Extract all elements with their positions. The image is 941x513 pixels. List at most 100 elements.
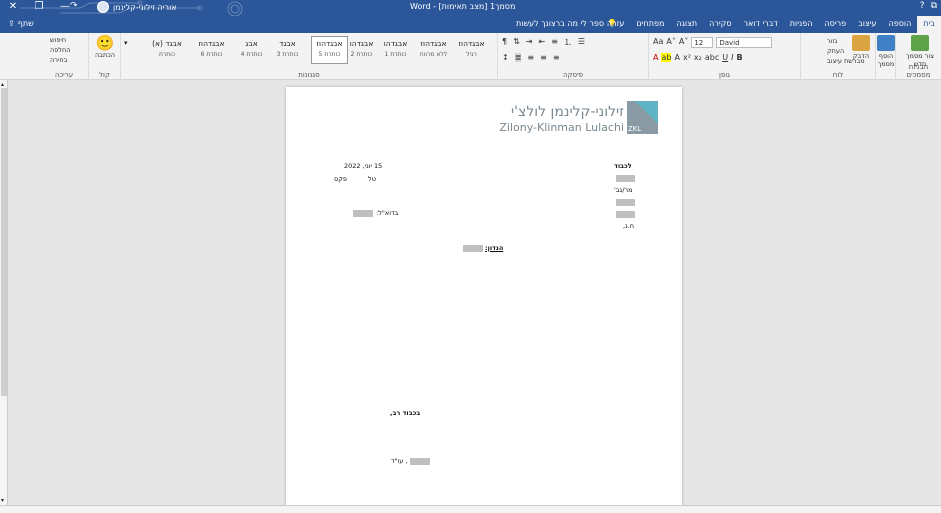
tab-layout[interactable]: פריסה [818, 16, 852, 33]
font-size-field[interactable]: 12 [691, 37, 714, 48]
highlight-button[interactable]: ab [661, 53, 672, 62]
ribbon-display-icon[interactable]: ⧉ [931, 1, 937, 11]
scroll-thumb[interactable] [1, 88, 7, 396]
bullet-list-button[interactable]: ☰ [578, 37, 585, 48]
indent-increase-button[interactable]: ⇥ [526, 37, 533, 48]
share-button[interactable]: ⇪ שתף [8, 19, 34, 28]
avatar[interactable] [97, 1, 109, 13]
subscript-button[interactable]: x₂ [694, 53, 702, 62]
document-page[interactable]: זילוני-קלינמן לולצ'י Zilony-Klinman Lula… [286, 87, 682, 513]
scroll-down-icon[interactable]: ▾ [1, 497, 4, 504]
select-button[interactable]: בחירה [50, 56, 71, 64]
clipboard-group: הדבק גזור העתק מברשת עיצוב לוח [800, 33, 875, 80]
tab-developer[interactable]: מפתחים [630, 16, 670, 33]
add-doc-icon [877, 35, 895, 51]
style-preview: אבגדהוז [420, 39, 447, 48]
tab-design[interactable]: עיצוב [852, 16, 882, 33]
style-title[interactable]: (א) אבגד כותרת [143, 36, 191, 64]
style-name: ללא מרווח [419, 51, 448, 58]
style-heading-2[interactable]: אבגדהו כותרת 2 [343, 36, 380, 64]
help-icon[interactable]: ? [920, 1, 925, 11]
style-heading-3[interactable]: אבגד כותרת 3 [269, 36, 306, 64]
tab-review[interactable]: סקירה [703, 16, 737, 33]
shrink-font-button[interactable]: A˅ [679, 37, 688, 48]
style-heading-6[interactable]: אבגדהוז כותרת 6 [193, 36, 230, 64]
redacted-address [616, 199, 635, 206]
editing-group: חיפוש החלפה בחירה עריכה [40, 33, 88, 80]
style-no-spacing[interactable]: אבגדהוז ללא מרווח [415, 36, 452, 64]
clipboard-group-label: לוח [832, 71, 844, 79]
restore-icon[interactable]: ❐ [30, 1, 48, 12]
style-heading-4[interactable]: אבג כותרת 4 [233, 36, 270, 64]
title-bar: ✕ ❐ — ↷ אוריה זילוני-קלינמן מסמך1 [מצב ת… [0, 0, 941, 16]
style-heading-1[interactable]: אבגדהו כותרת 1 [377, 36, 414, 64]
font-name-field[interactable]: David [716, 37, 773, 48]
font-row-1: Aa A˄ A˅ 12 David [653, 37, 773, 48]
font-case-button[interactable]: Aa [653, 37, 663, 48]
font-group-label: גופן [718, 71, 731, 79]
multilevel-list-button[interactable]: ≡ [551, 37, 558, 48]
logo-zkl-text: ZKL [628, 125, 642, 133]
cut-button[interactable]: גזור [827, 37, 865, 45]
style-name: כותרת [158, 51, 176, 58]
add-document-button[interactable]: הוסף מסמך [872, 35, 900, 68]
style-preview: אבגדהו [383, 39, 408, 48]
styles-more-icon[interactable]: ▾ [124, 39, 128, 47]
sort-button[interactable]: ⇅ [513, 37, 520, 48]
tab-home[interactable]: בית [917, 16, 941, 33]
underline-button[interactable]: U [722, 53, 728, 62]
clipboard-small-buttons: גזור העתק מברשת עיצוב [827, 37, 865, 65]
tab-mailings[interactable]: דברי דואר [738, 16, 784, 33]
smiley-icon: 🙂 [95, 34, 115, 52]
fax-label: פקס [334, 175, 347, 183]
user-account[interactable]: אוריה זילוני-קלינמן [97, 1, 177, 13]
copy-button[interactable]: העתק [827, 47, 865, 55]
find-button[interactable]: חיפוש [50, 36, 71, 44]
tab-help[interactable]: עזרה [601, 16, 631, 33]
align-center-button[interactable]: ≡ [540, 53, 547, 62]
recipient-label: לכבוד [614, 162, 632, 170]
tab-references[interactable]: הפניות [784, 16, 819, 33]
dictate-button[interactable]: 🙂 הכתבה [91, 35, 119, 59]
phone-label: טל [368, 175, 376, 183]
titlebar-right-icons: ? ⧉ [920, 1, 937, 11]
show-marks-button[interactable]: ¶ [502, 37, 507, 48]
ribbon: צור מסמך חדש תבניות מסמכים הוסף מסמך הדב… [0, 33, 941, 80]
align-left-button[interactable]: ≡ [527, 53, 534, 62]
redacted-city [616, 211, 635, 218]
italic-button[interactable]: I [731, 53, 733, 62]
redo-icon[interactable]: ↷ [70, 1, 78, 11]
via-email-label: בדוא"ל: [376, 209, 399, 217]
ribbon-tabs: בית הוספה עיצוב פריסה הפניות דברי דואר ס… [601, 16, 941, 33]
indent-decrease-button[interactable]: ⇤ [539, 37, 546, 48]
style-preview: אבגדהוז [316, 39, 343, 48]
style-preview: (א) אבגד [152, 39, 182, 48]
style-name: כותרת 1 [384, 51, 407, 58]
strikethrough-button[interactable]: abc [705, 53, 719, 62]
bold-button[interactable]: B [736, 53, 742, 62]
redacted-subject [463, 245, 483, 252]
font-color-button[interactable]: A [653, 53, 658, 62]
superscript-button[interactable]: x² [683, 53, 691, 62]
clear-format-button[interactable]: A [674, 53, 679, 62]
document-title: מסמך1 [מצב תאימות] - Word [410, 2, 516, 11]
tab-insert[interactable]: הוספה [883, 16, 918, 33]
style-preview: אבגדהוז [198, 39, 225, 48]
vertical-scrollbar[interactable]: ▴ ▾ [0, 80, 8, 505]
line-spacing-button[interactable]: ↕ [502, 53, 509, 62]
tab-view[interactable]: תצוגה [670, 16, 703, 33]
style-name: כותרת 2 [350, 51, 373, 58]
replace-button[interactable]: החלפה [50, 46, 71, 54]
justify-button[interactable]: ≣ [514, 53, 522, 62]
ribbon-tabs-bar: ⇪ שתף 💡 ספר לי מה ברצונך לעשות בית הוספה… [0, 16, 941, 33]
numbered-list-button[interactable]: ⒈ [564, 37, 572, 48]
grow-font-button[interactable]: A˄ [666, 37, 675, 48]
style-name: כותרת 4 [240, 51, 263, 58]
format-painter-button[interactable]: מברשת עיצוב [827, 57, 865, 65]
style-normal[interactable]: אבגדהוז רגיל [453, 36, 490, 64]
scroll-up-icon[interactable]: ▴ [1, 81, 4, 88]
close-icon[interactable]: ✕ [4, 1, 22, 12]
align-right-button[interactable]: ≡ [553, 53, 560, 62]
logo-mark-icon: ZKL [627, 101, 658, 134]
window-controls: ✕ ❐ — [4, 1, 74, 12]
